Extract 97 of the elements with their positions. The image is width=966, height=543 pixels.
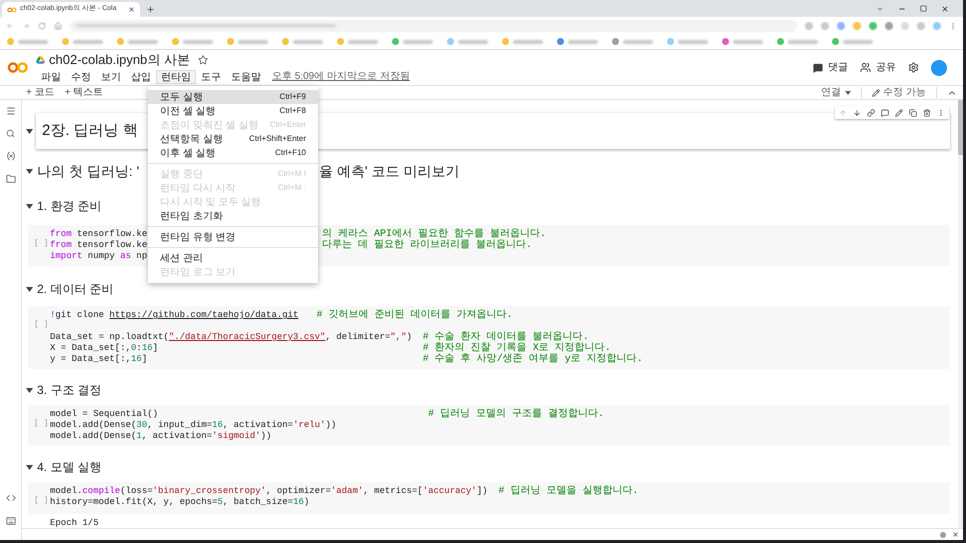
section-heading: 4. 모델 실행: [37, 459, 102, 476]
bookmark-blur-icon: [183, 40, 213, 44]
settings-icon[interactable]: [908, 62, 919, 73]
bookmark-blur-icon: [733, 40, 763, 44]
close-icon[interactable]: [952, 531, 959, 538]
code-text: y = Data_set[:,16] # 수술 후 사망/생존 여부를 y로 지정합니다.: [50, 354, 643, 365]
delete-icon[interactable]: [923, 108, 931, 116]
add-text-button[interactable]: + 텍스트: [64, 85, 104, 100]
new-tab-icon[interactable]: [146, 5, 155, 14]
menu-bar-item[interactable]: 도움말: [226, 70, 266, 84]
bookmark-blur-icon: [678, 40, 708, 44]
menu-item[interactable]: 세션 관리: [148, 251, 318, 265]
code-cell[interactable]: [ ] model.compile(loss='binary_crossentropy', optimizer='adam', metrics=['accuracy']) # 딥러닝 모델을 실행합니다. history=model.fit(X, y, epochs=5, batch_size=16): [28, 482, 950, 514]
collapse-caret-icon[interactable]: [26, 464, 33, 470]
last-saved-link[interactable]: 오후 5:09에 마지막으로 저장됨: [272, 69, 410, 84]
code-text: from tensorflow.ke: [50, 240, 148, 251]
close-icon[interactable]: [941, 4, 949, 12]
bookmark-blur-icon: [513, 40, 543, 44]
bookmark-blur-icon: [623, 40, 653, 44]
table-of-contents-icon[interactable]: [6, 106, 16, 116]
code-text: !git clone https://github.com/taehojo/data.git # 깃허브에 준비된 데이터를 가져옵니다.: [50, 310, 512, 321]
colab-logo: [7, 6, 17, 12]
collapse-caret-icon[interactable]: [26, 128, 33, 134]
collapse-caret-icon[interactable]: [26, 168, 33, 174]
code-text: 의 케라스 API에서 필요한 함수를 불러옵니다.: [322, 229, 546, 240]
reload-icon[interactable]: [38, 22, 46, 30]
code-text: 다루는 데 필요한 라이브러리를 불러옵니다.: [322, 240, 532, 251]
comment-button[interactable]: 댓글: [813, 60, 848, 75]
menu-item[interactable]: 모두 실행 Ctrl+F9: [148, 90, 318, 104]
bookmark-blur-icon: [73, 40, 103, 44]
bookmark-blur-icon: [293, 40, 323, 44]
colab-logo: [7, 61, 29, 74]
connect-button[interactable]: 연결: [815, 85, 858, 100]
code-text: X = Data_set[:,0:16] # 환자의 진찰 기록을 X로 지정합니다.: [50, 343, 611, 354]
code-text: from tensorflow.ke: [50, 229, 148, 240]
caret-icon: [845, 90, 852, 94]
code-cell[interactable]: [ ] model = Sequential() # 딥러닝 모델의 구조를 결정합니다. model.add(Dense(30, input_dim=16, activation='relu')) model.add(Dense(1, activation='sigmoid')): [28, 405, 950, 446]
close-icon[interactable]: [128, 6, 135, 13]
code-snippets-icon[interactable]: [6, 493, 16, 503]
people-icon: [860, 62, 871, 73]
menu-item[interactable]: 런타임 초기화: [148, 209, 318, 223]
code-text: model.compile(loss='binary_crossentropy', optimizer='adam', metrics=['accuracy']) # 딥러닝 모델을 실행합니다.: [50, 486, 638, 497]
output-text: Epoch 1/5: [50, 518, 100, 528]
variables-icon[interactable]: [6, 151, 16, 161]
star-icon[interactable]: [198, 55, 208, 65]
collapse-caret-icon[interactable]: [26, 388, 33, 392]
collapse-caret-icon[interactable]: [26, 204, 33, 208]
drive-icon: [36, 56, 45, 64]
notebook-title-heading: 2장. 딥러닝 핵: [42, 120, 138, 141]
link-icon[interactable]: [867, 108, 875, 116]
maximize-icon[interactable]: [920, 5, 927, 12]
share-button[interactable]: 공유: [860, 60, 896, 75]
scrollbar[interactable]: [958, 100, 963, 528]
editable-button[interactable]: 수정 가능: [866, 85, 932, 100]
move-down-icon[interactable]: [853, 108, 861, 116]
bookmark-blur-icon: [403, 40, 433, 44]
menu-bar-item[interactable]: 런타임: [156, 70, 196, 84]
notebook-name[interactable]: ch02-colab.ipynb의 사본: [49, 50, 190, 70]
code-text: history=model.fit(X, y, epochs=5, batch_size=16): [50, 497, 310, 508]
collapse-caret-icon[interactable]: [26, 286, 33, 292]
section-heading: 나의 첫 딥러닝: ': [37, 162, 140, 180]
menu-bar-item[interactable]: 도구: [196, 70, 226, 84]
add-code-button[interactable]: + 코드: [26, 85, 55, 100]
pencil-icon[interactable]: [895, 108, 903, 116]
menu-bar-item[interactable]: 수정: [66, 70, 96, 84]
section-heading: 율 예측' 코드 미리보기: [319, 162, 460, 180]
menu-bar-item[interactable]: 파일: [36, 70, 66, 84]
bookmark-blur-icon: [568, 40, 598, 44]
menu-item[interactable]: 선택항목 실행 Ctrl+Shift+Enter: [148, 132, 318, 146]
avatar[interactable]: [931, 60, 947, 76]
bookmark-blur-icon: [843, 40, 873, 44]
bookmark-blur-icon: [18, 40, 48, 44]
folder-icon[interactable]: [6, 174, 16, 184]
menu-bar-item[interactable]: 삽입: [126, 70, 156, 84]
copy-icon[interactable]: [909, 108, 917, 116]
bookmark-blur-icon: [348, 40, 378, 44]
move-up-icon[interactable]: [839, 108, 847, 116]
home-icon[interactable]: [54, 22, 62, 30]
search-icon[interactable]: [6, 129, 15, 138]
bookmark-blur-icon: [128, 40, 158, 44]
code-text: model.add(Dense(1, activation='sigmoid')): [50, 431, 272, 442]
code-text: model = Sequential() # 딥러닝 모델의 구조를 결정합니다.: [50, 409, 604, 420]
section-heading: 2. 데이터 준비: [37, 281, 114, 298]
section-heading: 1. 환경 준비: [37, 198, 102, 215]
bookmark-blur-icon: [458, 40, 488, 44]
menu-item[interactable]: 이후 셀 실행 Ctrl+F10: [148, 146, 318, 160]
bookmark-blur-icon: [788, 40, 818, 44]
code-text: Data_set = np.loadtxt("./data/ThoracicSurgery3.csv", delimiter=",") # 수술 환자 데이터를 불러옵니다.: [50, 332, 589, 343]
bookmark-blur-icon: [238, 40, 268, 44]
pencil-icon: [872, 88, 880, 96]
comment-icon: [813, 62, 823, 72]
menu-bar-item[interactable]: 보기: [96, 70, 126, 84]
code-text: model.add(Dense(30, input_dim=16, activation='relu')): [50, 420, 336, 431]
section-heading: 3. 구조 결정: [37, 382, 102, 399]
code-text: import numpy as np: [50, 251, 148, 262]
menu-item[interactable]: 런타임 유형 변경: [148, 230, 318, 244]
comment-icon[interactable]: [881, 108, 889, 116]
